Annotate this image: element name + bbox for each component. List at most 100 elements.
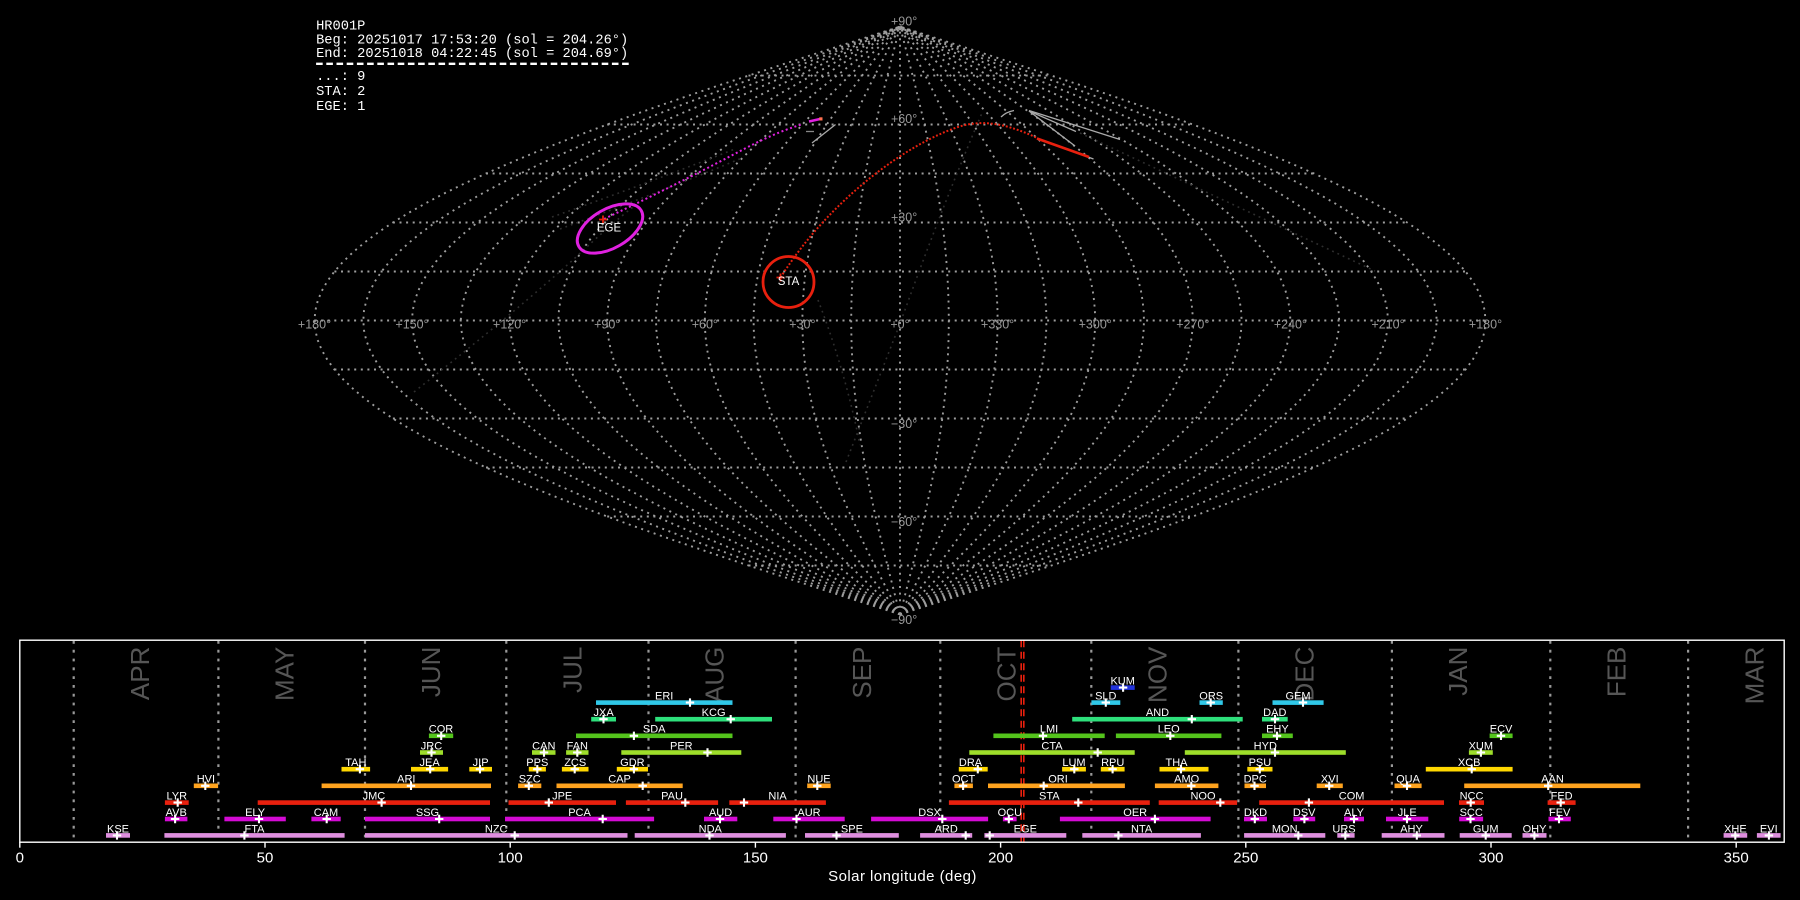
svg-text:+90°: +90° <box>594 317 620 331</box>
svg-text:GDR: GDR <box>620 757 645 769</box>
svg-text:ORS: ORS <box>1199 691 1223 703</box>
svg-text:AAN: AAN <box>1541 774 1564 786</box>
svg-text:EVI: EVI <box>1760 823 1778 835</box>
svg-text:OCT: OCT <box>952 774 976 786</box>
svg-text:+240°: +240° <box>1274 317 1307 331</box>
svg-text:EGE: EGE <box>597 223 622 235</box>
svg-text:TAH: TAH <box>345 757 366 769</box>
svg-text:LUM: LUM <box>1062 757 1085 769</box>
svg-text:PCA: PCA <box>568 807 591 819</box>
svg-text:GEM: GEM <box>1285 691 1310 703</box>
svg-text:NOV: NOV <box>1143 646 1173 703</box>
svg-text:GUM: GUM <box>1473 823 1499 835</box>
svg-text:100: 100 <box>498 850 523 867</box>
svg-text:NDA: NDA <box>699 823 723 835</box>
svg-text:LEO: LEO <box>1158 724 1180 736</box>
svg-text:NCC: NCC <box>1460 791 1484 803</box>
svg-text:−60°: −60° <box>891 515 917 529</box>
svg-text:XUM: XUM <box>1469 740 1493 752</box>
svg-text:NTA: NTA <box>1131 823 1153 835</box>
svg-text:CAP: CAP <box>608 774 631 786</box>
svg-text:ARD: ARD <box>935 823 958 835</box>
svg-text:JLE: JLE <box>1398 807 1417 819</box>
svg-text:JUN: JUN <box>416 647 446 698</box>
svg-text:AUG: AUG <box>700 647 730 703</box>
svg-text:DSX: DSX <box>918 807 941 819</box>
svg-text:NIA: NIA <box>768 791 787 803</box>
svg-text:+60°: +60° <box>891 112 917 126</box>
svg-text:FTA: FTA <box>245 823 266 835</box>
svg-text:STA: STA <box>778 276 800 288</box>
svg-text:DPC: DPC <box>1244 774 1267 786</box>
svg-text:APR: APR <box>125 647 155 700</box>
svg-text:XCB: XCB <box>1458 757 1481 769</box>
svg-text:AMO: AMO <box>1174 774 1200 786</box>
svg-text:MON: MON <box>1272 823 1298 835</box>
svg-text:SCC: SCC <box>1460 807 1483 819</box>
svg-text:MAR: MAR <box>1739 647 1769 705</box>
svg-text:FEB: FEB <box>1602 647 1632 698</box>
svg-text:OCU: OCU <box>998 807 1023 819</box>
svg-text:+60°: +60° <box>692 317 718 331</box>
svg-text:FEV: FEV <box>1549 807 1571 819</box>
svg-text:ORI: ORI <box>1048 774 1068 786</box>
svg-text:SEP: SEP <box>847 647 877 699</box>
svg-text:SZC: SZC <box>519 774 541 786</box>
svg-text:−30°: −30° <box>891 417 917 431</box>
svg-text:ZCS: ZCS <box>564 757 586 769</box>
svg-text:PAU: PAU <box>661 791 683 803</box>
svg-text:ECV: ECV <box>1490 724 1513 736</box>
svg-text:PPS: PPS <box>526 757 548 769</box>
svg-text:ALY: ALY <box>1344 807 1365 819</box>
svg-text:FAN: FAN <box>567 740 588 752</box>
svg-text:AND: AND <box>1146 707 1169 719</box>
svg-text:AVB: AVB <box>166 807 187 819</box>
svg-text:+180°: +180° <box>298 317 331 331</box>
svg-text:KCG: KCG <box>702 707 726 719</box>
svg-text:HYD: HYD <box>1254 740 1277 752</box>
svg-text:NUE: NUE <box>807 774 830 786</box>
svg-text:NOO: NOO <box>1190 791 1216 803</box>
svg-text:CAN: CAN <box>532 740 555 752</box>
svg-text:0: 0 <box>16 850 24 867</box>
svg-text:JEA: JEA <box>420 757 441 769</box>
svg-text:+270°: +270° <box>1176 317 1209 331</box>
svg-text:QUA: QUA <box>1396 774 1421 786</box>
svg-text:LMI: LMI <box>1040 724 1058 736</box>
svg-text:EGE: EGE <box>1014 823 1037 835</box>
svg-text:+30°: +30° <box>789 317 815 331</box>
svg-text:JRC: JRC <box>421 740 442 752</box>
svg-text:200: 200 <box>988 850 1013 867</box>
svg-text:Solar longitude (deg): Solar longitude (deg) <box>828 868 977 885</box>
svg-text:SLD: SLD <box>1095 691 1116 703</box>
svg-text:URS: URS <box>1332 823 1355 835</box>
svg-text:DRA: DRA <box>959 757 983 769</box>
svg-text:XHE: XHE <box>1724 823 1747 835</box>
svg-text:PER: PER <box>670 740 693 752</box>
svg-text:COM: COM <box>1339 791 1365 803</box>
svg-text:KSE: KSE <box>107 823 129 835</box>
svg-text:+330°: +330° <box>981 317 1014 331</box>
svg-text:−90°: −90° <box>891 613 917 627</box>
svg-text:SPE: SPE <box>841 823 863 835</box>
svg-text:XVI: XVI <box>1321 774 1339 786</box>
svg-text:JIP: JIP <box>473 757 489 769</box>
svg-text:AHY: AHY <box>1400 823 1423 835</box>
svg-text:ELY: ELY <box>245 807 266 819</box>
svg-text:300: 300 <box>1478 850 1503 867</box>
svg-text:JPE: JPE <box>552 791 572 803</box>
svg-text:150: 150 <box>743 850 768 867</box>
svg-text:THA: THA <box>1166 757 1189 769</box>
svg-text:ERI: ERI <box>655 691 673 703</box>
svg-text:STA: STA <box>1039 791 1060 803</box>
svg-text:DAD: DAD <box>1263 707 1286 719</box>
svg-text:KUM: KUM <box>1110 676 1134 688</box>
svg-text:JMC: JMC <box>363 791 386 803</box>
svg-text:PSU: PSU <box>1249 757 1272 769</box>
svg-text:JXA: JXA <box>594 707 615 719</box>
svg-text:+180°: +180° <box>1469 317 1502 331</box>
svg-text:+90°: +90° <box>891 15 917 29</box>
svg-text:OHY: OHY <box>1523 823 1548 835</box>
svg-text:SSG: SSG <box>416 807 439 819</box>
svg-text:LYR: LYR <box>167 791 188 803</box>
